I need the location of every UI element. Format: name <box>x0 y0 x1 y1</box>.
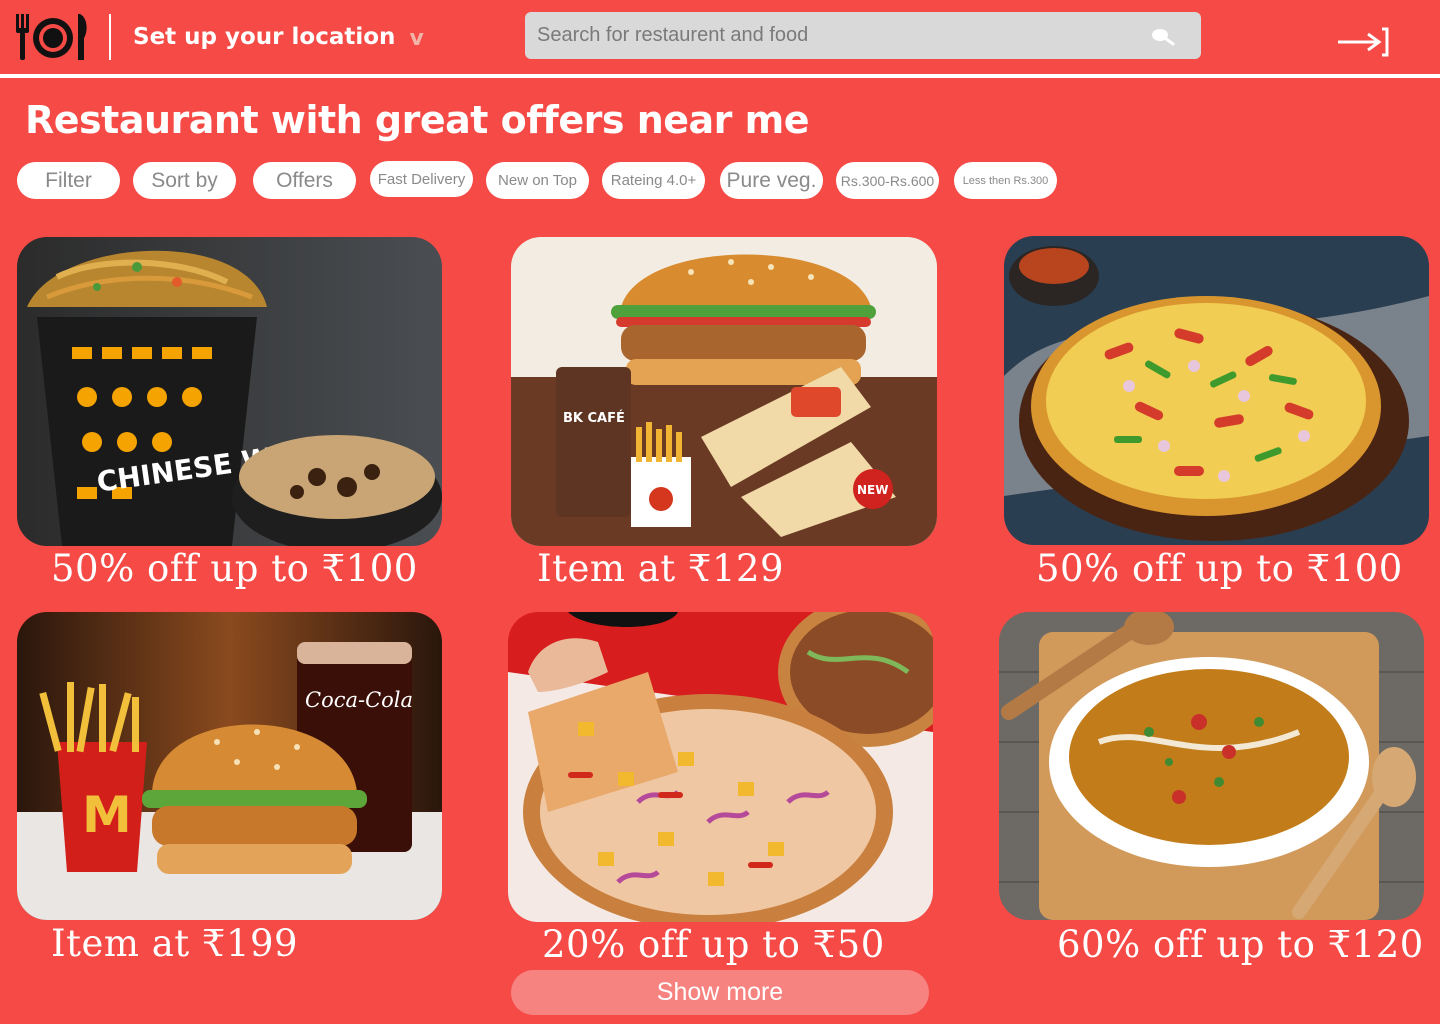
offer-label: Item at ₹129 <box>537 547 785 590</box>
card3-brand-text: Coca-Cola <box>305 688 413 712</box>
chip-price-less-300[interactable]: Less then Rs.300 <box>954 162 1057 199</box>
header-divider <box>109 14 111 60</box>
chip-pure-veg[interactable]: Pure veg. <box>720 162 823 199</box>
chevron-down-icon: v <box>409 26 424 51</box>
offer-label: 60% off up to ₹120 <box>1057 923 1424 966</box>
offer-label: 50% off up to ₹100 <box>51 547 418 590</box>
chip-filter[interactable]: Filter <box>17 162 120 199</box>
chip-rating[interactable]: Rateing 4.0+ <box>602 162 705 199</box>
chip-fast-delivery[interactable]: Fast Delivery <box>370 161 473 197</box>
chip-offers[interactable]: Offers <box>253 162 356 199</box>
card-image-burger-king[interactable]: BK CAFÉ NEW <box>511 237 937 546</box>
search-bar <box>525 12 1201 59</box>
card-image-mcdonalds[interactable]: M Coca-Cola <box>17 612 442 920</box>
card-image-chinese-wok[interactable]: CHINESE WOK <box>17 237 442 546</box>
card1-cup-text: BK CAFÉ <box>563 410 625 426</box>
offer-label: 50% off up to ₹100 <box>1036 547 1403 590</box>
chip-price-300-600[interactable]: Rs.300-Rs.600 <box>836 162 939 199</box>
chip-new-on-top[interactable]: New on Top <box>486 162 589 199</box>
offer-label: Item at ₹199 <box>51 922 299 965</box>
header-underline <box>0 74 1440 78</box>
chip-sort-by[interactable]: Sort by <box>133 162 236 199</box>
card1-badge-text: NEW <box>857 483 888 497</box>
svg-text:M: M <box>82 786 132 844</box>
top-bar: Set up your location v <box>0 0 1440 74</box>
arrow-right-bracket-icon[interactable] <box>1334 26 1392 58</box>
card-image-pizza-hut[interactable] <box>508 612 933 922</box>
page-title: Restaurant with great offers near me <box>25 98 810 142</box>
search-icon[interactable] <box>1148 24 1178 48</box>
plate-fork-knife-icon[interactable] <box>14 12 90 62</box>
search-input[interactable] <box>537 12 1137 59</box>
location-selector[interactable]: Set up your location v <box>133 22 424 52</box>
offer-label: 20% off up to ₹50 <box>542 923 885 966</box>
card-image-veg-pizza[interactable] <box>1004 236 1429 545</box>
location-label: Set up your location <box>133 23 396 50</box>
show-more-button[interactable]: Show more <box>511 970 929 1015</box>
card-image-curry[interactable] <box>999 612 1424 920</box>
